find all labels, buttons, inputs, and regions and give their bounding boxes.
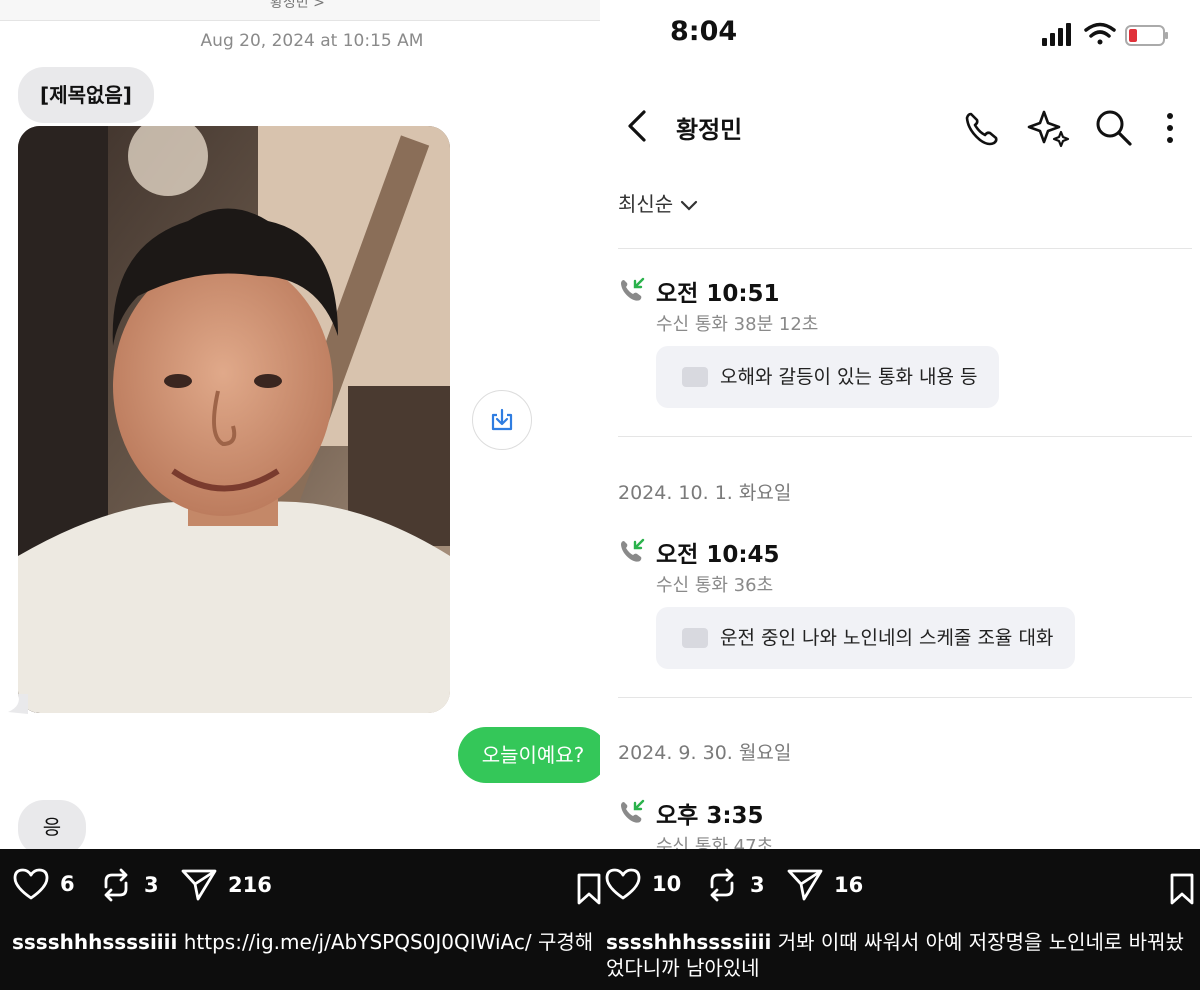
header-contact-name: 황정민 > bbox=[270, 0, 325, 11]
call-summary[interactable]: 운전 중인 나와 노인네의 스케줄 조율 대화 bbox=[656, 607, 1076, 669]
share-count: 16 bbox=[834, 873, 864, 897]
repost-count: 3 bbox=[750, 873, 765, 897]
send-icon bbox=[787, 869, 823, 901]
bookmark-icon[interactable] bbox=[577, 873, 601, 905]
incoming-call-icon bbox=[621, 277, 645, 301]
phone-icon[interactable] bbox=[962, 108, 1002, 148]
bubble-tail bbox=[8, 694, 28, 714]
like-button[interactable]: 6 bbox=[12, 867, 75, 901]
like-count: 10 bbox=[652, 872, 682, 896]
chevron-down-icon bbox=[681, 200, 698, 211]
photo-attachment[interactable] bbox=[18, 126, 450, 713]
share-count: 216 bbox=[228, 873, 272, 897]
signal-icon bbox=[1042, 23, 1071, 46]
sort-dropdown[interactable]: 최신순 bbox=[618, 188, 699, 217]
bookmark-icon[interactable] bbox=[1170, 873, 1194, 905]
username[interactable]: sssshhhssssiiii bbox=[12, 930, 177, 954]
post-action-bar: 6 3 216 sssshhhssssiiii https://ig.me/j/… bbox=[0, 849, 1200, 990]
messages-screen: 황정민 > Aug 20, 2024 at 10:15 AM [제목없음] 오늘… bbox=[0, 0, 600, 849]
status-time: 8:04 bbox=[670, 16, 738, 47]
repost-icon bbox=[104, 868, 128, 902]
date-header: 2024. 10. 1. 화요일 bbox=[618, 482, 792, 504]
caption-text: https://ig.me/j/AbYSPQS0J0QIWiAc/ 구경해 bbox=[183, 930, 594, 954]
call-detail: 수신 통화 36초 bbox=[656, 575, 774, 596]
repost-button[interactable]: 3 bbox=[704, 867, 765, 903]
repost-button[interactable]: 3 bbox=[98, 867, 159, 903]
conversation-header[interactable]: 황정민 > bbox=[0, 0, 600, 21]
post-caption: sssshhhssssiiii https://ig.me/j/AbYSPQS0… bbox=[12, 929, 602, 955]
search-icon[interactable] bbox=[1094, 108, 1134, 148]
battery-icon bbox=[1125, 25, 1168, 46]
call-time: 오전 10:45 bbox=[656, 542, 780, 568]
back-icon[interactable] bbox=[622, 108, 652, 144]
call-summary[interactable]: 오해와 갈등이 있는 통화 내용 등 bbox=[656, 346, 1000, 408]
date-header: 2024. 9. 30. 월요일 bbox=[618, 742, 792, 764]
wifi-icon bbox=[1084, 22, 1116, 45]
share-button[interactable]: 16 bbox=[786, 867, 863, 903]
contact-title: 황정민 bbox=[676, 116, 743, 144]
call-detail: 수신 통화 38분 12초 bbox=[656, 314, 819, 335]
repost-icon bbox=[710, 868, 734, 902]
reply-message-bubble: 응 bbox=[18, 800, 86, 849]
call-time: 오후 3:35 bbox=[656, 803, 764, 829]
heart-icon bbox=[13, 868, 49, 900]
incoming-call-icon bbox=[621, 538, 645, 562]
call-history-screen: 8:04 황정민 최신순 오전 10:51 수신 통화 38분 12초 오해와 … bbox=[600, 0, 1200, 849]
username[interactable]: sssshhhssssiiii bbox=[606, 930, 771, 954]
divider bbox=[618, 436, 1192, 437]
heart-icon bbox=[605, 868, 641, 900]
like-count: 6 bbox=[60, 872, 75, 896]
sparkle-icon[interactable] bbox=[1026, 108, 1070, 148]
status-icons bbox=[1040, 16, 1170, 54]
call-time: 오전 10:51 bbox=[656, 281, 780, 307]
voicemail-icon bbox=[682, 628, 708, 648]
sent-message-bubble: 오늘이예요? bbox=[458, 727, 600, 783]
sort-label: 최신순 bbox=[618, 192, 674, 216]
send-icon bbox=[181, 869, 217, 901]
share-button[interactable]: 216 bbox=[180, 867, 272, 903]
voicemail-icon bbox=[682, 367, 708, 387]
download-icon[interactable] bbox=[472, 390, 532, 450]
divider bbox=[618, 697, 1192, 698]
more-icon[interactable] bbox=[1160, 108, 1180, 148]
post-caption: sssshhhssssiiii 거봐 이때 싸워서 아예 저장명을 노인네로 바… bbox=[606, 929, 1196, 981]
repost-count: 3 bbox=[144, 873, 159, 897]
subject-bubble: [제목없음] bbox=[18, 67, 154, 123]
divider bbox=[618, 248, 1192, 249]
call-summary-text: 오해와 갈등이 있는 통화 내용 등 bbox=[720, 366, 978, 388]
incoming-call-icon bbox=[621, 799, 645, 823]
like-button[interactable]: 10 bbox=[604, 867, 681, 901]
call-summary-text: 운전 중인 나와 노인네의 스케줄 조율 대화 bbox=[720, 627, 1054, 649]
message-timestamp: Aug 20, 2024 at 10:15 AM bbox=[200, 31, 424, 51]
call-detail: 수신 통화 47초 bbox=[656, 836, 774, 849]
